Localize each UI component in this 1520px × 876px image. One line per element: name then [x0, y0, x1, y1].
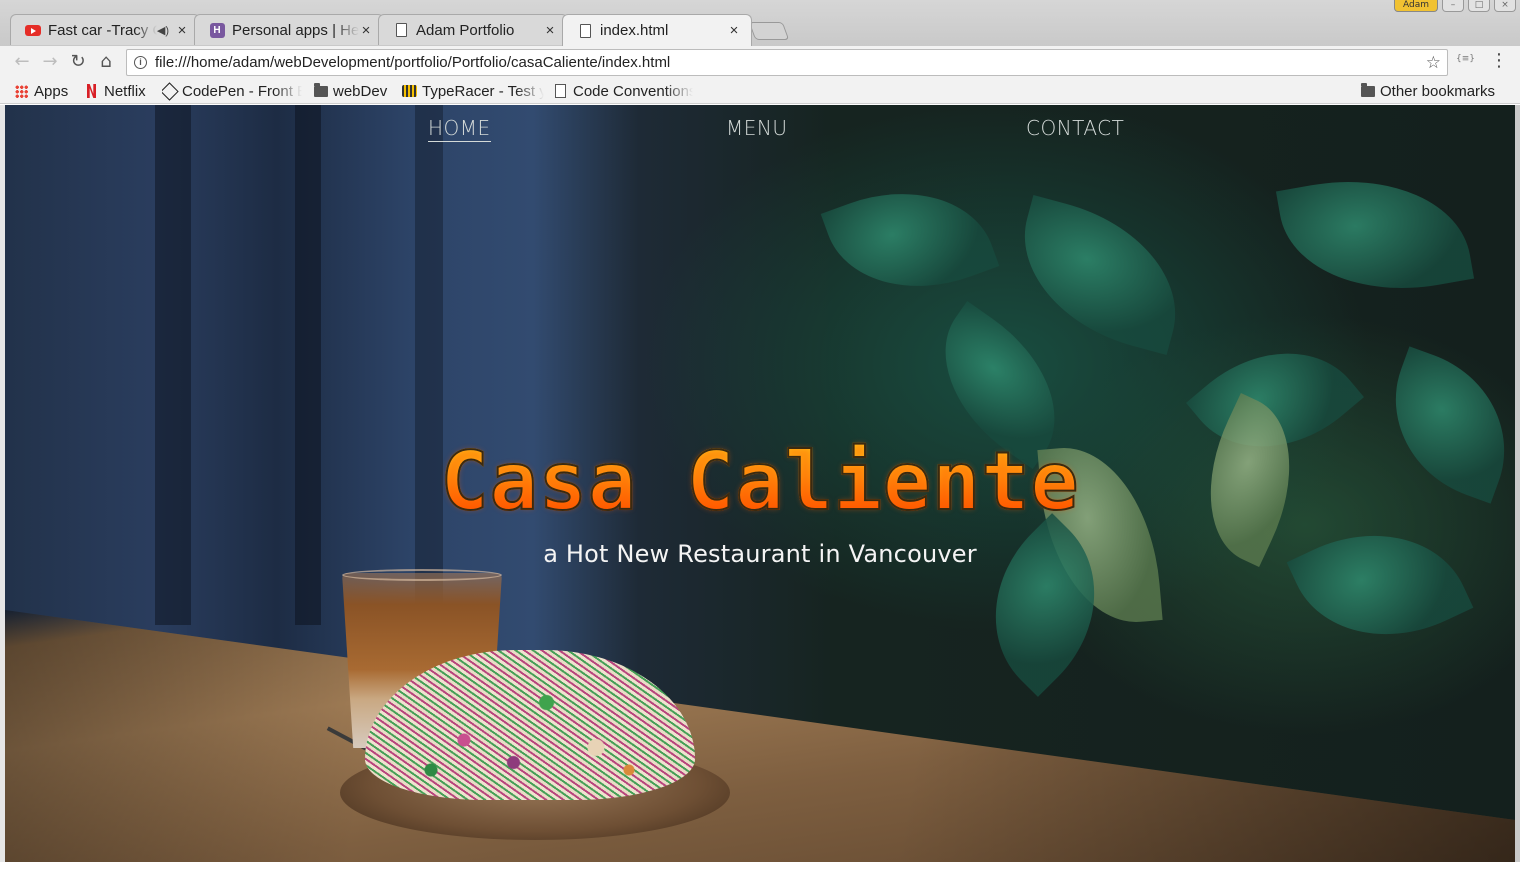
bookmark-label: webDev	[333, 82, 388, 100]
tab-portfolio[interactable]: Adam Portfolio ×	[378, 14, 568, 45]
back-arrow-icon[interactable]: ←	[10, 50, 34, 74]
nav-menu-link[interactable]: MENU	[726, 116, 788, 140]
other-bookmarks-label: Other bookmarks	[1380, 82, 1496, 100]
youtube-icon	[25, 22, 41, 38]
home-icon[interactable]: ⌂	[94, 50, 118, 74]
tab-strip: Fast car -Tracy Chapman ◀) × H Personal …	[10, 14, 790, 46]
window-border-right	[1515, 105, 1520, 862]
close-tab-icon[interactable]: ×	[175, 22, 189, 39]
bookmarks-bar: Apps Netflix CodePen - Front End Develop…	[0, 78, 1520, 104]
folder-icon	[1360, 82, 1375, 98]
bookmark-codepen[interactable]: CodePen - Front End Developer Playground	[162, 80, 302, 102]
typeracer-icon	[402, 84, 417, 98]
bookmark-label: CodePen - Front End Developer Playground	[182, 82, 302, 100]
tab-title: Personal apps | Heroku	[232, 21, 359, 39]
info-icon[interactable]: i	[134, 56, 147, 69]
minimize-icon[interactable]: –	[1442, 0, 1464, 12]
close-tab-icon[interactable]: ×	[543, 22, 557, 39]
bookmark-code-conventions[interactable]: Code Conventions	[553, 80, 693, 102]
tab-heroku[interactable]: H Personal apps | Heroku ×	[194, 14, 384, 45]
tab-title: index.html	[600, 22, 669, 39]
document-icon	[393, 22, 409, 38]
audio-playing-icon[interactable]: ◀)	[157, 24, 169, 37]
hero-subtitle: a Hot New Restaurant in Vancouver	[543, 540, 977, 568]
maximize-icon[interactable]: □	[1468, 0, 1490, 12]
netflix-icon	[84, 84, 99, 98]
profile-button[interactable]: Adam	[1394, 0, 1438, 12]
window-controls: Adam – □ ×	[1394, 0, 1516, 14]
nav-home-link[interactable]: HOME	[428, 116, 491, 142]
browser-titlebar: Adam – □ × Fast car -Tracy Chapman ◀) × …	[0, 0, 1520, 46]
close-window-icon[interactable]: ×	[1494, 0, 1516, 12]
bookmark-star-icon[interactable]: ☆	[1426, 50, 1441, 75]
window-border-bottom	[0, 862, 1520, 876]
extension-icon[interactable]: {≡}	[1456, 54, 1475, 64]
url-text: file:///home/adam/webDevelopment/portfol…	[155, 54, 671, 71]
reload-icon[interactable]: ↻	[66, 50, 90, 74]
close-tab-icon[interactable]: ×	[727, 22, 741, 39]
bookmark-netflix[interactable]: Netflix	[84, 80, 154, 102]
bookmark-label: Netflix	[104, 82, 146, 100]
bookmark-label: TypeRacer - Test your typing speed	[422, 82, 544, 100]
bookmark-label: Code Conventions	[573, 82, 693, 100]
bookmark-label: Apps	[34, 82, 69, 100]
tab-index[interactable]: index.html ×	[562, 14, 752, 46]
bookmark-folder-webdev[interactable]: webDev	[313, 80, 393, 102]
tab-youtube[interactable]: Fast car -Tracy Chapman ◀) ×	[10, 14, 200, 45]
browser-toolbar: ← → ↻ ⌂ i file:///home/adam/webDevelopme…	[0, 46, 1520, 78]
heroku-icon: H	[209, 22, 225, 38]
codepen-icon	[162, 81, 179, 101]
forward-arrow-icon[interactable]: →	[38, 50, 62, 74]
bookmark-other[interactable]: Other bookmarks	[1360, 80, 1510, 102]
nav-contact-link[interactable]: CONTACT	[1026, 116, 1124, 140]
site-nav: HOME MENU CONTACT	[5, 105, 1515, 155]
close-tab-icon[interactable]: ×	[359, 22, 373, 39]
apps-grid-icon	[14, 84, 29, 98]
bookmark-apps[interactable]: Apps	[14, 80, 76, 102]
page-viewport: HOME MENU CONTACT Casa Caliente a Hot Ne…	[5, 105, 1515, 862]
address-bar[interactable]: i file:///home/adam/webDevelopment/portf…	[126, 49, 1448, 76]
new-tab-button[interactable]	[748, 22, 790, 40]
glass-rim	[342, 569, 502, 581]
document-icon	[577, 23, 593, 39]
tab-title: Fast car -Tracy Chapman	[48, 21, 157, 39]
document-icon	[553, 84, 568, 98]
browser-menu-icon[interactable]: ⋮	[1490, 50, 1508, 71]
tab-title: Adam Portfolio	[416, 21, 515, 39]
folder-icon	[313, 82, 328, 98]
bookmark-typeracer[interactable]: TypeRacer - Test your typing speed	[402, 80, 544, 102]
hero-title: Casa Caliente	[5, 434, 1515, 529]
